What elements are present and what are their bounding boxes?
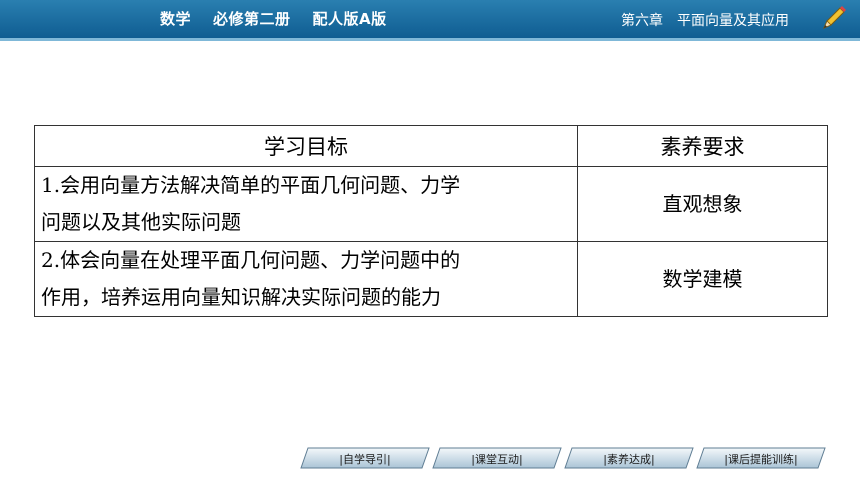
nav-label: |课堂互动| xyxy=(471,453,523,466)
nav-classroom-button[interactable]: |课堂互动| xyxy=(432,447,562,469)
subject-label: 数学 xyxy=(160,10,192,28)
chapter-info: 第六章 平面向量及其应用 xyxy=(621,10,803,30)
requirement-cell: 数学建模 xyxy=(577,241,828,317)
nav-label: |素养达成| xyxy=(603,453,655,466)
chapter-number: 第六章 xyxy=(621,13,663,29)
learning-goals-table: 学习目标 素养要求 1.会用向量方法解决简单的平面几何问题、力学 问题以及其他实… xyxy=(34,125,828,317)
header-literacy-requirement: 素养要求 xyxy=(577,125,828,167)
requirement-cell: 直观想象 xyxy=(577,166,828,242)
nav-homework-button[interactable]: |课后提能训练| xyxy=(696,447,826,469)
top-banner: 数学 必修第二册 配人版A版 第六章 平面向量及其应用 xyxy=(0,0,860,38)
table-header-row: 学习目标 素养要求 xyxy=(34,125,828,167)
header-learning-goal: 学习目标 xyxy=(34,125,578,167)
book-label: 必修第二册 xyxy=(213,10,291,28)
chapter-title: 平面向量及其应用 xyxy=(677,13,789,29)
pencil-icon xyxy=(823,6,846,29)
banner-divider xyxy=(0,38,860,41)
goal-line: 问题以及其他实际问题 xyxy=(41,210,241,234)
edition-label: 配人版A版 xyxy=(312,10,387,28)
goal-cell: 1.会用向量方法解决简单的平面几何问题、力学 问题以及其他实际问题 xyxy=(34,166,578,242)
goal-line: 1.会用向量方法解决简单的平面几何问题、力学 xyxy=(41,173,461,197)
goal-line: 作用，培养运用向量知识解决实际问题的能力 xyxy=(41,285,441,309)
table-row: 2.体会向量在处理平面几何问题、力学问题中的 作用，培养运用向量知识解决实际问题… xyxy=(34,241,828,317)
nav-self-study-button[interactable]: |自学导引| xyxy=(300,447,430,469)
book-info: 数学 必修第二册 配人版A版 xyxy=(160,8,409,29)
goal-cell: 2.体会向量在处理平面几何问题、力学问题中的 作用，培养运用向量知识解决实际问题… xyxy=(34,241,578,317)
nav-label: |课后提能训练| xyxy=(724,453,798,466)
nav-literacy-button[interactable]: |素养达成| xyxy=(564,447,694,469)
table-row: 1.会用向量方法解决简单的平面几何问题、力学 问题以及其他实际问题 直观想象 xyxy=(34,166,828,242)
goal-line: 2.体会向量在处理平面几何问题、力学问题中的 xyxy=(41,248,461,272)
nav-label: |自学导引| xyxy=(339,453,391,466)
